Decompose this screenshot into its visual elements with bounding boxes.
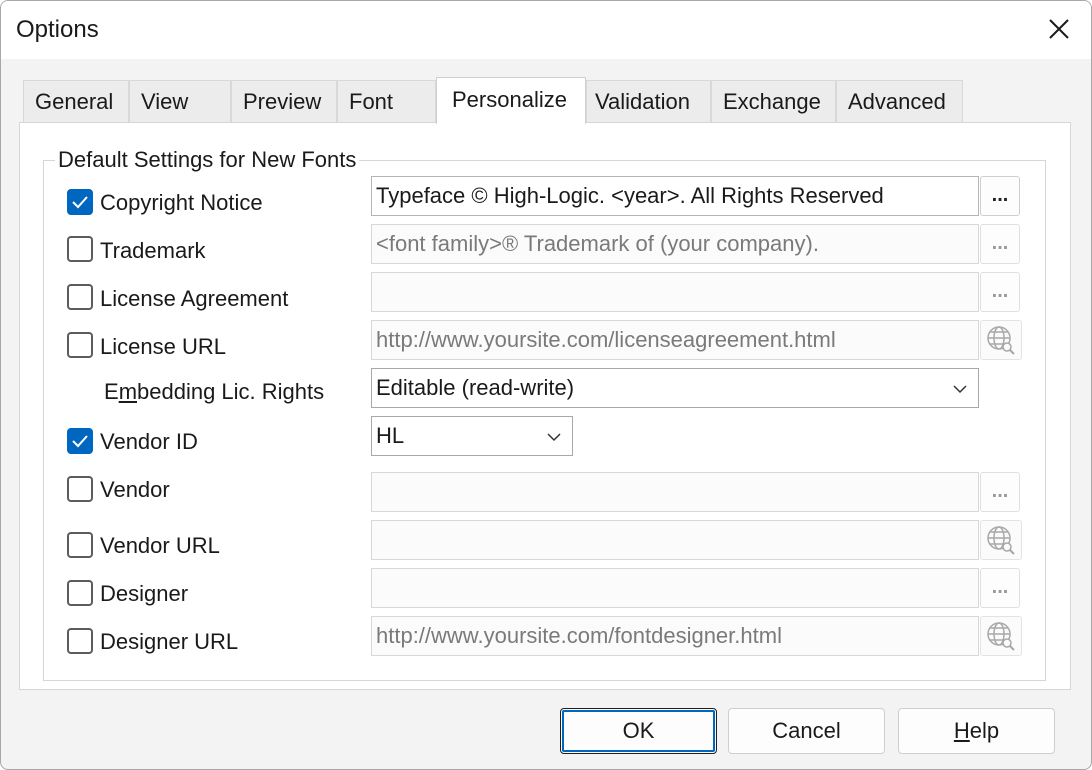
tab-exchange[interactable]: Exchange (711, 80, 836, 122)
close-icon (1049, 19, 1069, 39)
vendor-id-label: Vendor ID (100, 429, 198, 454)
checkmark-icon (72, 196, 88, 209)
license-url-checkbox[interactable] (67, 332, 93, 358)
options-dialog: Options General View Preview Font Person… (0, 0, 1092, 770)
vendor-url-open-button[interactable] (980, 520, 1022, 560)
license-url-open-button[interactable] (980, 320, 1022, 360)
designer-url-placeholder: http://www.yoursite.com/fontdesigner.htm… (376, 623, 782, 648)
license-agreement-ellipsis-button[interactable]: ... (980, 272, 1020, 312)
window-title: Options (16, 16, 99, 43)
designer-url-open-button[interactable] (980, 616, 1022, 656)
designer-checkbox[interactable] (67, 580, 93, 606)
help-button[interactable]: Help (898, 708, 1055, 754)
designer-url-field[interactable]: http://www.yoursite.com/fontdesigner.htm… (371, 616, 979, 656)
close-button[interactable] (1041, 11, 1077, 47)
copyright-ellipsis-button[interactable]: ... (980, 176, 1020, 216)
vendor-ellipsis-button[interactable]: ... (980, 472, 1020, 512)
vendor-id-value: HL (376, 423, 405, 448)
tab-font[interactable]: Font (337, 80, 436, 122)
tab-preview[interactable]: Preview (231, 80, 337, 122)
trademark-checkbox[interactable] (67, 236, 93, 262)
trademark-field[interactable]: <font family>® Trademark of (your compan… (371, 224, 979, 264)
ok-button[interactable]: OK (560, 708, 717, 754)
vendor-id-select[interactable]: HL (371, 416, 573, 456)
tab-general[interactable]: General (23, 80, 129, 122)
copyright-label: Copyright Notice (100, 190, 263, 215)
chevron-down-icon (953, 385, 967, 394)
copyright-field[interactable]: Typeface © High-Logic. <year>. All Right… (371, 176, 979, 216)
designer-url-checkbox[interactable] (67, 628, 93, 654)
trademark-placeholder: <font family>® Trademark of (your compan… (376, 231, 819, 256)
globe-search-icon (987, 326, 1015, 355)
tab-personalize[interactable]: Personalize (436, 77, 586, 124)
embedding-value: Editable (read-write) (376, 375, 575, 400)
license-agreement-label: License Agreement (100, 286, 289, 311)
tab-strip: General View Preview Font Personalize Va… (23, 77, 1083, 124)
embedding-select[interactable]: Editable (read-write) (371, 368, 979, 408)
trademark-ellipsis-button[interactable]: ... (980, 224, 1020, 264)
vendor-url-checkbox[interactable] (67, 532, 93, 558)
checkmark-icon (72, 435, 88, 448)
license-agreement-checkbox[interactable] (67, 284, 93, 310)
designer-field[interactable] (371, 568, 979, 608)
globe-search-icon (987, 622, 1015, 651)
vendor-checkbox[interactable] (67, 476, 93, 502)
group-title: Default Settings for New Fonts (55, 147, 360, 173)
cancel-button[interactable]: Cancel (728, 708, 885, 754)
designer-url-label: Designer URL (100, 629, 239, 654)
designer-label: Designer (100, 581, 189, 606)
license-url-field[interactable]: http://www.yoursite.com/licenseagreement… (371, 320, 979, 360)
vendor-url-label: Vendor URL (100, 533, 220, 558)
vendor-label: Vendor (100, 477, 170, 502)
vendor-field[interactable] (371, 472, 979, 512)
designer-ellipsis-button[interactable]: ... (980, 568, 1020, 608)
license-url-placeholder: http://www.yoursite.com/licenseagreement… (376, 327, 836, 352)
vendor-url-field[interactable] (371, 520, 979, 560)
tab-advanced[interactable]: Advanced (836, 80, 963, 122)
globe-search-icon (987, 526, 1015, 555)
license-agreement-field[interactable] (371, 272, 979, 312)
license-url-label: License URL (100, 334, 226, 359)
title-bar: Options (1, 1, 1091, 59)
tab-validation[interactable]: Validation (586, 80, 711, 122)
embedding-label: Embedding Lic. Rights (104, 379, 325, 404)
copyright-checkbox[interactable] (67, 189, 93, 215)
tab-view[interactable]: View (129, 80, 231, 122)
vendor-id-checkbox[interactable] (67, 428, 93, 454)
trademark-label: Trademark (100, 238, 206, 263)
personalize-panel: Default Settings for New Fonts Copyright… (19, 122, 1071, 690)
chevron-down-icon (547, 433, 561, 442)
